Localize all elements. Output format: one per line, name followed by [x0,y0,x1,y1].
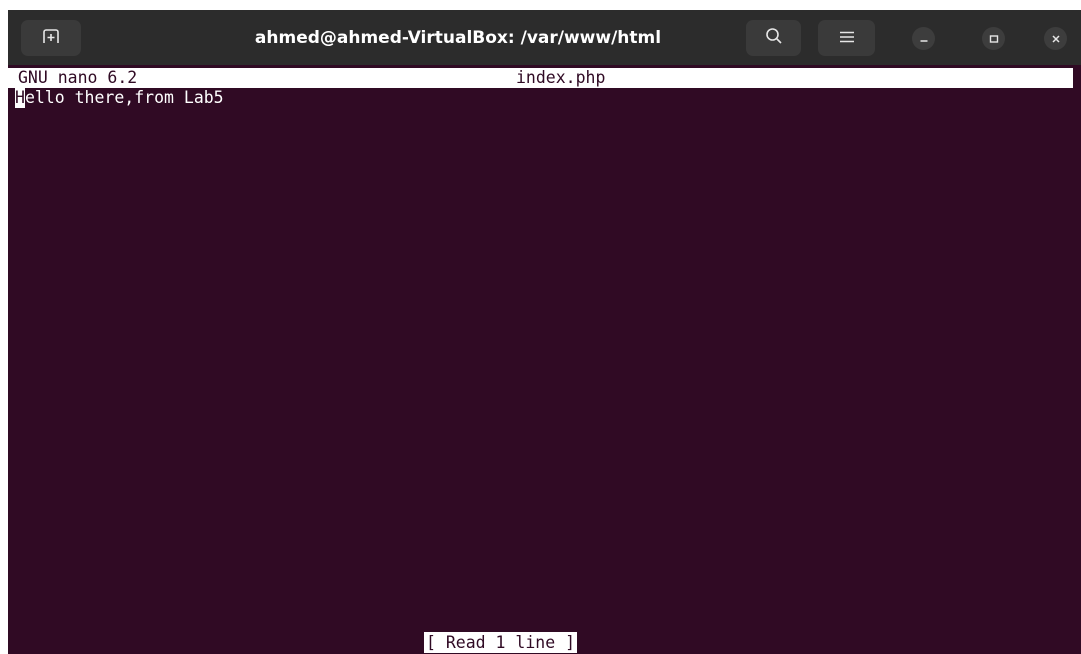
minimize-button[interactable] [912,27,935,50]
menu-button[interactable] [818,20,875,56]
search-icon [765,27,783,49]
nano-version-label: GNU nano 6.2 [18,68,138,87]
editor-line[interactable]: Hello there,from Lab5 [15,88,1075,108]
hamburger-menu-icon [838,29,856,48]
close-button[interactable] [1044,27,1067,50]
window-title: ahmed@ahmed-VirtualBox: /var/www/html [254,28,662,48]
search-button[interactable] [746,20,801,56]
editor-buffer[interactable]: Hello there,from Lab5 [15,88,1075,628]
maximize-button[interactable] [982,27,1005,50]
new-tab-icon [42,28,60,48]
nano-status-message: [ Read 1 line ] [424,632,578,653]
new-tab-button[interactable] [21,20,81,56]
terminal-window: ahmed@ahmed-VirtualBox: /var/www/html GN… [8,10,1081,654]
terminal-area[interactable]: GNU nano 6.2 index.php Hello there,from … [8,65,1081,654]
close-icon [1051,29,1061,48]
nano-filename-label: index.php [516,68,606,87]
nano-header-bar: GNU nano 6.2 index.php [8,68,1073,88]
window-titlebar[interactable]: ahmed@ahmed-VirtualBox: /var/www/html [8,10,1081,65]
maximize-icon [989,29,999,48]
editor-line-text: ello there,from Lab5 [24,88,224,107]
text-cursor: H [15,88,25,108]
minimize-icon [919,29,929,48]
